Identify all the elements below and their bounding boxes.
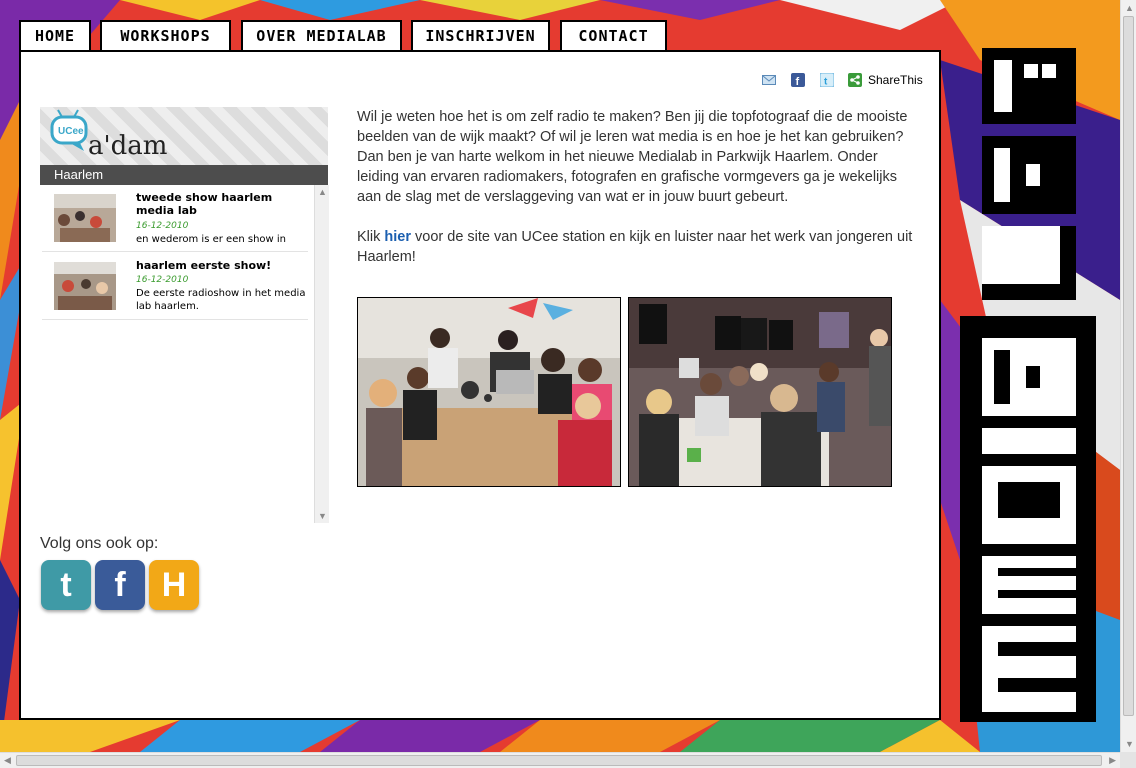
item-date: 16-12-2010	[136, 221, 189, 231]
content-panel: f t ShareThis UCee a'dam Haarlem tweede …	[19, 50, 941, 720]
vertical-scroll-thumb[interactable]	[1123, 16, 1134, 716]
item-date: 16-12-2010	[136, 275, 189, 285]
item-snippet: en wederom is er een show in	[136, 234, 286, 245]
tab-over-medialab[interactable]: OVER MEDIALAB	[241, 20, 402, 50]
widget-logo-text: a'dam	[88, 131, 168, 161]
scroll-up-icon[interactable]: ▲	[1125, 3, 1134, 13]
tab-contact[interactable]: CONTACT	[560, 20, 667, 50]
scroll-down-icon[interactable]: ▼	[1125, 739, 1134, 749]
vertical-scrollbar[interactable]: ▲ ▼	[1120, 0, 1136, 752]
ucee-logo-icon: UCee	[50, 109, 88, 151]
link-prefix: Klik	[357, 229, 385, 245]
sharethis-label: ShareThis	[868, 73, 923, 87]
tab-home[interactable]: HOME	[19, 20, 91, 52]
scroll-down-icon[interactable]: ▼	[318, 511, 327, 521]
main-content: Wil je weten hoe het is om zelf radio te…	[357, 107, 917, 287]
scroll-left-icon[interactable]: ◀	[4, 755, 11, 766]
share-facebook[interactable]: f	[791, 73, 805, 88]
medialab-logo	[958, 46, 1098, 722]
horizontal-scrollbar[interactable]: ◀ ▶	[0, 752, 1120, 768]
workshop-photo-radio	[357, 297, 621, 487]
tab-workshops[interactable]: WORKSHOPS	[100, 20, 231, 50]
link-suffix: voor de site van UCee station en kijk en…	[357, 229, 913, 265]
list-item[interactable]: tweede show haarlem media lab 16-12-2010…	[42, 185, 308, 252]
item-snippet: De eerste radioshow in het media lab haa…	[136, 288, 306, 312]
twitter-button[interactable]: t	[41, 560, 91, 610]
ucee-badge-text: UCee	[58, 126, 84, 137]
sharethis-button[interactable]: ShareThis	[848, 73, 923, 87]
facebook-icon[interactable]: f	[791, 73, 805, 88]
workshop-photo-group	[628, 297, 892, 487]
widget-heading: Haarlem	[40, 165, 328, 185]
scroll-up-icon[interactable]: ▲	[318, 187, 327, 197]
intro-paragraph: Wil je weten hoe het is om zelf radio te…	[357, 109, 908, 205]
item-title[interactable]: haarlem eerste show!	[136, 259, 306, 272]
share-icon	[848, 73, 862, 87]
widget-scrollbar[interactable]: ▲ ▼	[314, 185, 329, 523]
widget-list: tweede show haarlem media lab 16-12-2010…	[40, 185, 312, 523]
share-twitter[interactable]: t	[819, 72, 835, 88]
email-icon[interactable]	[762, 73, 776, 87]
item-thumbnail[interactable]	[54, 194, 116, 242]
facebook-button[interactable]: f	[95, 560, 145, 610]
item-title[interactable]: tweede show haarlem media lab	[136, 191, 306, 217]
hyves-button[interactable]: H	[149, 560, 199, 610]
svg-text:f: f	[796, 76, 800, 87]
follow-label: Volg ons ook op:	[40, 535, 159, 552]
twitter-icon[interactable]: t	[819, 72, 835, 88]
ucee-station-link[interactable]: hier	[384, 229, 411, 245]
horizontal-scroll-thumb[interactable]	[16, 755, 1102, 766]
share-email[interactable]	[762, 73, 776, 87]
scrollbar-corner	[1120, 752, 1136, 768]
link-paragraph: Klik hier voor de site van UCee station …	[357, 227, 917, 267]
widget-banner: UCee a'dam	[40, 107, 328, 165]
news-widget: UCee a'dam Haarlem tweede show haarlem m…	[40, 107, 330, 523]
item-thumbnail[interactable]	[54, 262, 116, 310]
tab-inschrijven[interactable]: INSCHRIJVEN	[411, 20, 550, 50]
scroll-right-icon[interactable]: ▶	[1109, 755, 1116, 766]
list-item[interactable]: haarlem eerste show! 16-12-2010 De eerst…	[42, 253, 308, 320]
